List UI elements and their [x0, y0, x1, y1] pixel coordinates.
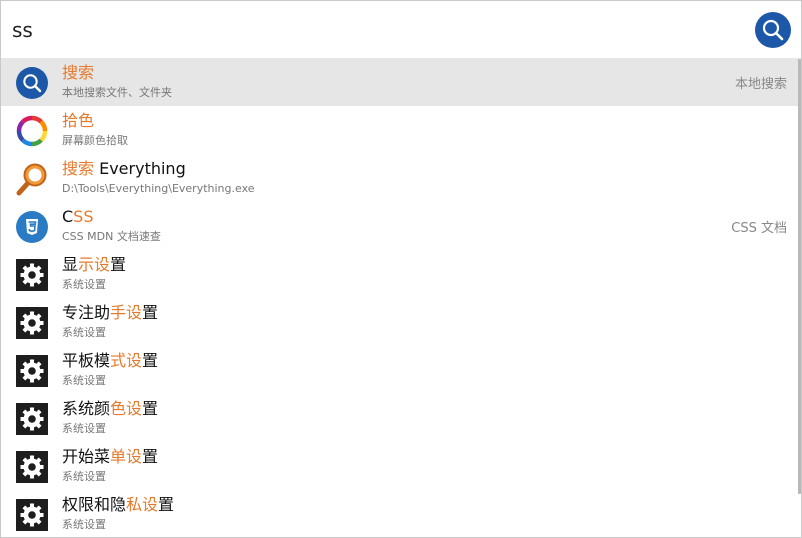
search-bar [1, 1, 801, 58]
match-highlight: 色设 [110, 399, 143, 418]
title-text: 置 [142, 399, 159, 418]
result-subtitle: D:\Tools\Everything\Everything.exe [62, 182, 255, 195]
match-highlight: SS [73, 207, 94, 226]
title-text: 置 [142, 351, 159, 370]
gear-icon [15, 306, 49, 340]
result-title: 搜索 Everything [62, 159, 186, 179]
result-subtitle: 系统设置 [62, 518, 106, 531]
match-highlight: 私设 [126, 495, 159, 514]
result-item[interactable]: 拾色 屏幕颜色拾取 [1, 106, 801, 154]
match-highlight: 示设 [78, 255, 111, 274]
result-category-label: CSS 文档 [731, 221, 787, 236]
title-text: 开始菜 [62, 447, 111, 466]
result-subtitle: 系统设置 [62, 374, 106, 387]
results-list: 搜索 本地搜索文件、文件夹 本地搜索 拾色 屏幕颜色拾取 搜索 Everything D:\… [1, 58, 801, 537]
result-item[interactable]: 搜索 Everything D:\Tools\Everything\Everyth… [1, 154, 801, 202]
result-item[interactable]: 系统颜色设置系统设置 [1, 394, 801, 442]
result-item[interactable]: 权限和隐私设置系统设置 [1, 490, 801, 537]
everything-magnifier-icon [15, 162, 49, 196]
title-text: 置 [142, 303, 159, 322]
gear-icon [15, 258, 49, 292]
result-item[interactable]: 开始菜单设置系统设置 [1, 442, 801, 490]
gear-icon [15, 450, 49, 484]
match-highlight: 式设 [110, 351, 143, 370]
title-text: Everything [94, 159, 186, 178]
result-title: 权限和隐私设置 [62, 495, 174, 515]
result-category-label: 本地搜索 [734, 77, 787, 92]
match-highlight: 单设 [110, 447, 143, 466]
result-title: 搜索 [62, 63, 94, 83]
match-highlight: 手设 [110, 303, 143, 322]
title-text: 权限和隐 [62, 495, 127, 514]
match-highlight: 搜索 [62, 63, 95, 82]
result-subtitle: 系统设置 [62, 422, 106, 435]
title-text: 平板模 [62, 351, 111, 370]
search-button[interactable] [755, 12, 791, 48]
match-highlight: 拾色 [62, 111, 95, 130]
gear-icon [15, 498, 49, 532]
match-highlight: 搜索 [62, 159, 95, 178]
result-title: CSS [62, 207, 93, 227]
magnifier-circle-icon [15, 66, 49, 100]
result-subtitle: 系统设置 [62, 470, 106, 483]
result-title: 专注助手设置 [62, 303, 158, 323]
result-subtitle: 系统设置 [62, 278, 106, 291]
gear-icon [15, 354, 49, 388]
search-input[interactable] [12, 10, 712, 50]
result-item[interactable]: 显示设置 系统设置 [1, 250, 801, 298]
css3-icon [15, 210, 49, 244]
result-title: 系统颜色设置 [62, 399, 158, 419]
title-text: 置 [158, 495, 175, 514]
scrollbar[interactable] [798, 59, 801, 494]
title-text: 系统颜 [62, 399, 111, 418]
launcher-window: 搜索本地搜索文件、文件夹本地搜索拾色屏幕颜色拾取搜索 EverythingD:\… [0, 0, 802, 538]
color-ring-icon [15, 114, 49, 148]
title-text: 置 [110, 255, 127, 274]
search-icon [762, 19, 784, 41]
gear-icon [15, 402, 49, 436]
result-title: 显示设置 [62, 255, 126, 275]
result-item[interactable]: 搜索本地搜索文件、文件夹 本地搜索 [1, 58, 801, 106]
result-subtitle: 屏幕颜色拾取 [62, 134, 128, 147]
title-text: 置 [142, 447, 159, 466]
result-item[interactable]: CSS CSS MDN 文档速查 CSS 文档 [1, 202, 801, 250]
result-item[interactable]: 平板模式设置系统设置 [1, 346, 801, 394]
result-subtitle: 系统设置 [62, 326, 106, 339]
result-title: 开始菜单设置 [62, 447, 158, 467]
result-subtitle: CSS MDN 文档速查 [62, 230, 161, 243]
title-text: 专注助 [62, 303, 111, 322]
result-item[interactable]: 专注助手设置系统设置 [1, 298, 801, 346]
title-text: 显 [62, 255, 79, 274]
result-title: 平板模式设置 [62, 351, 158, 371]
title-text: C [62, 207, 74, 226]
result-subtitle: 本地搜索文件、文件夹 [62, 86, 172, 99]
result-title: 拾色 [62, 111, 94, 131]
